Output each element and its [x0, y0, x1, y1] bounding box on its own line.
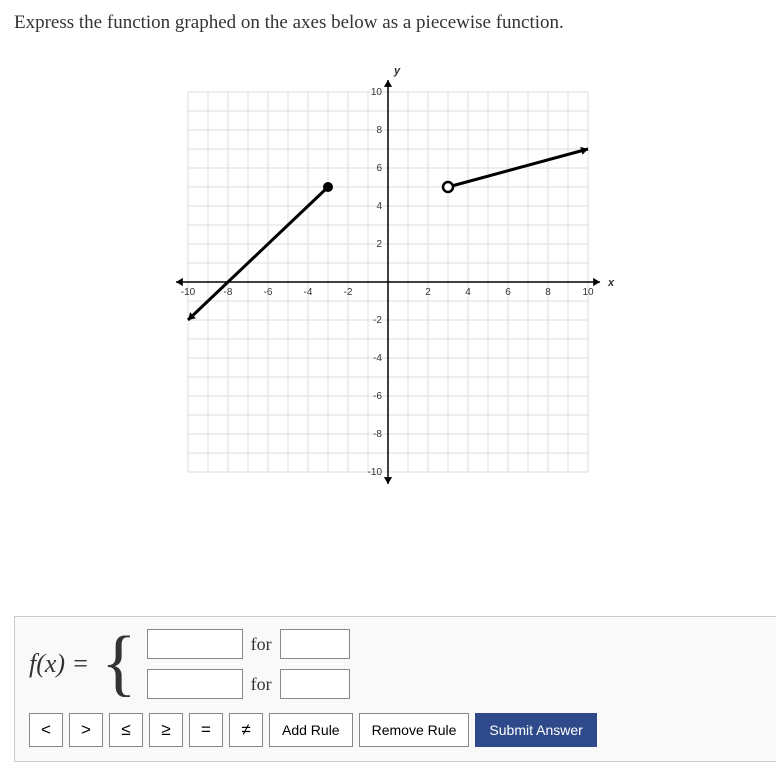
svg-text:10: 10 — [582, 287, 594, 298]
svg-text:-10: -10 — [368, 467, 383, 478]
svg-text:-2: -2 — [344, 287, 353, 298]
svg-text:-10: -10 — [181, 287, 196, 298]
svg-text:-8: -8 — [224, 287, 233, 298]
svg-text:-8: -8 — [373, 429, 382, 440]
svg-text:4: 4 — [465, 287, 471, 298]
fx-label: f(x) = — [29, 649, 89, 679]
svg-text:10: 10 — [371, 87, 383, 98]
svg-text:4: 4 — [376, 201, 382, 212]
piecewise-chart: -10 -8 -6 -4 -2 2 4 6 8 10 -10 -8 -6 -4 -2 2 4 6 8 10 x y — [158, 62, 618, 502]
function-definition-row: f(x) = { for for — [29, 629, 762, 699]
ne-button[interactable]: ≠ — [229, 713, 263, 747]
svg-text:6: 6 — [505, 287, 511, 298]
lt-button[interactable]: < — [29, 713, 63, 747]
svg-text:-6: -6 — [373, 391, 382, 402]
rule-1-domain[interactable] — [280, 629, 350, 659]
for-label-1: for — [251, 634, 272, 655]
svg-text:8: 8 — [376, 125, 382, 136]
ge-button[interactable]: ≥ — [149, 713, 183, 747]
svg-text:6: 6 — [376, 163, 382, 174]
svg-text:2: 2 — [425, 287, 431, 298]
rule-1-expression[interactable] — [147, 629, 243, 659]
svg-text:-4: -4 — [304, 287, 313, 298]
svg-text:8: 8 — [545, 287, 551, 298]
chart-container: -10 -8 -6 -4 -2 2 4 6 8 10 -10 -8 -6 -4 -2 2 4 6 8 10 x y — [0, 42, 776, 512]
for-label-2: for — [251, 674, 272, 695]
symbol-toolbar: < > ≤ ≥ = ≠ Add Rule Remove Rule Submit … — [29, 713, 762, 747]
eq-button[interactable]: = — [189, 713, 223, 747]
remove-rule-button[interactable]: Remove Rule — [359, 713, 470, 747]
svg-text:-2: -2 — [373, 315, 382, 326]
rules-list: for for — [147, 629, 350, 699]
svg-text:x: x — [607, 277, 615, 289]
svg-text:-4: -4 — [373, 353, 382, 364]
brace-icon: { — [101, 638, 137, 690]
rule-1: for — [147, 629, 350, 659]
submit-answer-button[interactable]: Submit Answer — [475, 713, 596, 747]
svg-text:-6: -6 — [264, 287, 273, 298]
question-prompt: Express the function graphed on the axes… — [0, 0, 776, 42]
gt-button[interactable]: > — [69, 713, 103, 747]
rule-2: for — [147, 669, 350, 699]
rule-2-domain[interactable] — [280, 669, 350, 699]
rule-2-expression[interactable] — [147, 669, 243, 699]
add-rule-button[interactable]: Add Rule — [269, 713, 353, 747]
svg-text:y: y — [393, 65, 401, 77]
le-button[interactable]: ≤ — [109, 713, 143, 747]
svg-text:2: 2 — [376, 239, 382, 250]
answer-panel: f(x) = { for for < > ≤ ≥ = ≠ Add Rule Re… — [14, 616, 776, 762]
